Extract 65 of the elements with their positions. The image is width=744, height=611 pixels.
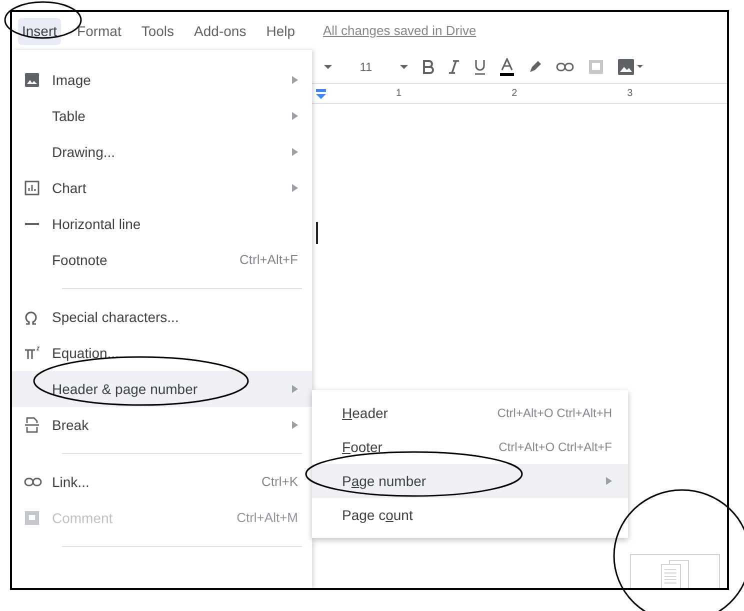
pi-icon xyxy=(24,346,40,360)
menu-tab[interactable]: Help xyxy=(262,18,299,44)
menu-item-label: Chart xyxy=(52,178,88,198)
menu-item[interactable]: Horizontal line xyxy=(12,206,312,242)
menu-item-label: Link... xyxy=(52,472,90,492)
menu-item-label: Comment xyxy=(52,508,114,528)
menu-item[interactable]: Header & page number xyxy=(12,371,312,407)
menu-item-label: Header xyxy=(342,404,389,422)
menu-item[interactable]: Image xyxy=(12,62,312,98)
menu-item[interactable]: Break xyxy=(12,407,312,443)
menu-item-label: Special characters... xyxy=(52,308,180,327)
caret-icon xyxy=(400,64,408,68)
shortcut-label: Ctrl+Alt+O Ctrl+Alt+H xyxy=(497,405,612,422)
indent-marker-icon[interactable] xyxy=(316,88,326,98)
menu-item-label: Footnote xyxy=(52,250,108,270)
text-color-icon[interactable] xyxy=(500,58,514,76)
menu-item[interactable]: Special characters... xyxy=(12,299,312,335)
menu-item[interactable]: Equation... xyxy=(12,335,312,371)
underline-icon[interactable] xyxy=(474,58,486,74)
menu-item[interactable]: Page number xyxy=(312,464,628,498)
menu-item-label: Horizontal line xyxy=(52,214,142,234)
image-icon xyxy=(24,72,40,88)
ruler-number: 2 xyxy=(512,87,518,101)
menu-tab[interactable]: Tools xyxy=(137,18,178,44)
menu-item-label: Page count xyxy=(342,506,414,525)
menu-tab[interactable]: Add-ons xyxy=(190,18,250,44)
menu-item-label: Equation... xyxy=(52,344,120,363)
menu-item[interactable]: Footer Ctrl+Alt+O Ctrl+Alt+F xyxy=(312,430,628,464)
menu-item-label: Page number xyxy=(342,472,428,491)
shortcut-label: Ctrl+K xyxy=(262,473,298,492)
font-size-button[interactable]: 11 xyxy=(346,58,386,76)
menu-tab[interactable]: Format xyxy=(73,18,126,44)
menu-item[interactable]: Footnote Ctrl+Alt+F xyxy=(12,242,312,278)
ruler-number: 3 xyxy=(627,87,633,101)
menu-item-label: Header & page number xyxy=(52,380,199,399)
menu-item-label: Footer xyxy=(342,438,384,456)
menu-item[interactable]: Table xyxy=(12,98,312,134)
save-status-link[interactable]: All changes saved in Drive xyxy=(323,21,476,41)
highlighter-icon[interactable] xyxy=(528,60,542,74)
comment-icon xyxy=(24,510,40,526)
shortcut-label: Ctrl+Alt+O Ctrl+Alt+F xyxy=(498,439,612,456)
link-icon[interactable] xyxy=(556,62,574,72)
chart-icon xyxy=(24,180,40,196)
shortcut-label: Ctrl+Alt+M xyxy=(236,509,298,528)
menu-item[interactable]: Page count xyxy=(312,498,628,532)
text-cursor xyxy=(316,222,318,244)
shortcut-label: Ctrl+Alt+F xyxy=(239,251,298,270)
horizontal-line-icon xyxy=(24,222,40,226)
menu-item[interactable]: Chart xyxy=(12,170,312,206)
omega-icon xyxy=(24,310,38,324)
page-break-icon xyxy=(24,417,40,433)
bold-icon[interactable] xyxy=(422,60,434,74)
italic-icon[interactable] xyxy=(448,60,460,74)
ruler-number: 1 xyxy=(396,87,402,101)
menu-item[interactable]: Header Ctrl+Alt+O Ctrl+Alt+H xyxy=(312,396,628,430)
menu-item-label: Drawing... xyxy=(52,142,116,162)
menu-item-label: Table xyxy=(52,106,86,126)
menu-item[interactable]: Drawing... xyxy=(12,134,312,170)
link-icon xyxy=(24,477,42,487)
image-icon[interactable] xyxy=(618,58,644,74)
menu-tab[interactable]: Insert xyxy=(18,18,62,44)
caret-icon xyxy=(324,64,332,68)
menu-item[interactable]: Link... Ctrl+K xyxy=(12,464,312,500)
menu-item-label: Break xyxy=(52,416,90,434)
menu-item-label: Image xyxy=(52,70,92,90)
